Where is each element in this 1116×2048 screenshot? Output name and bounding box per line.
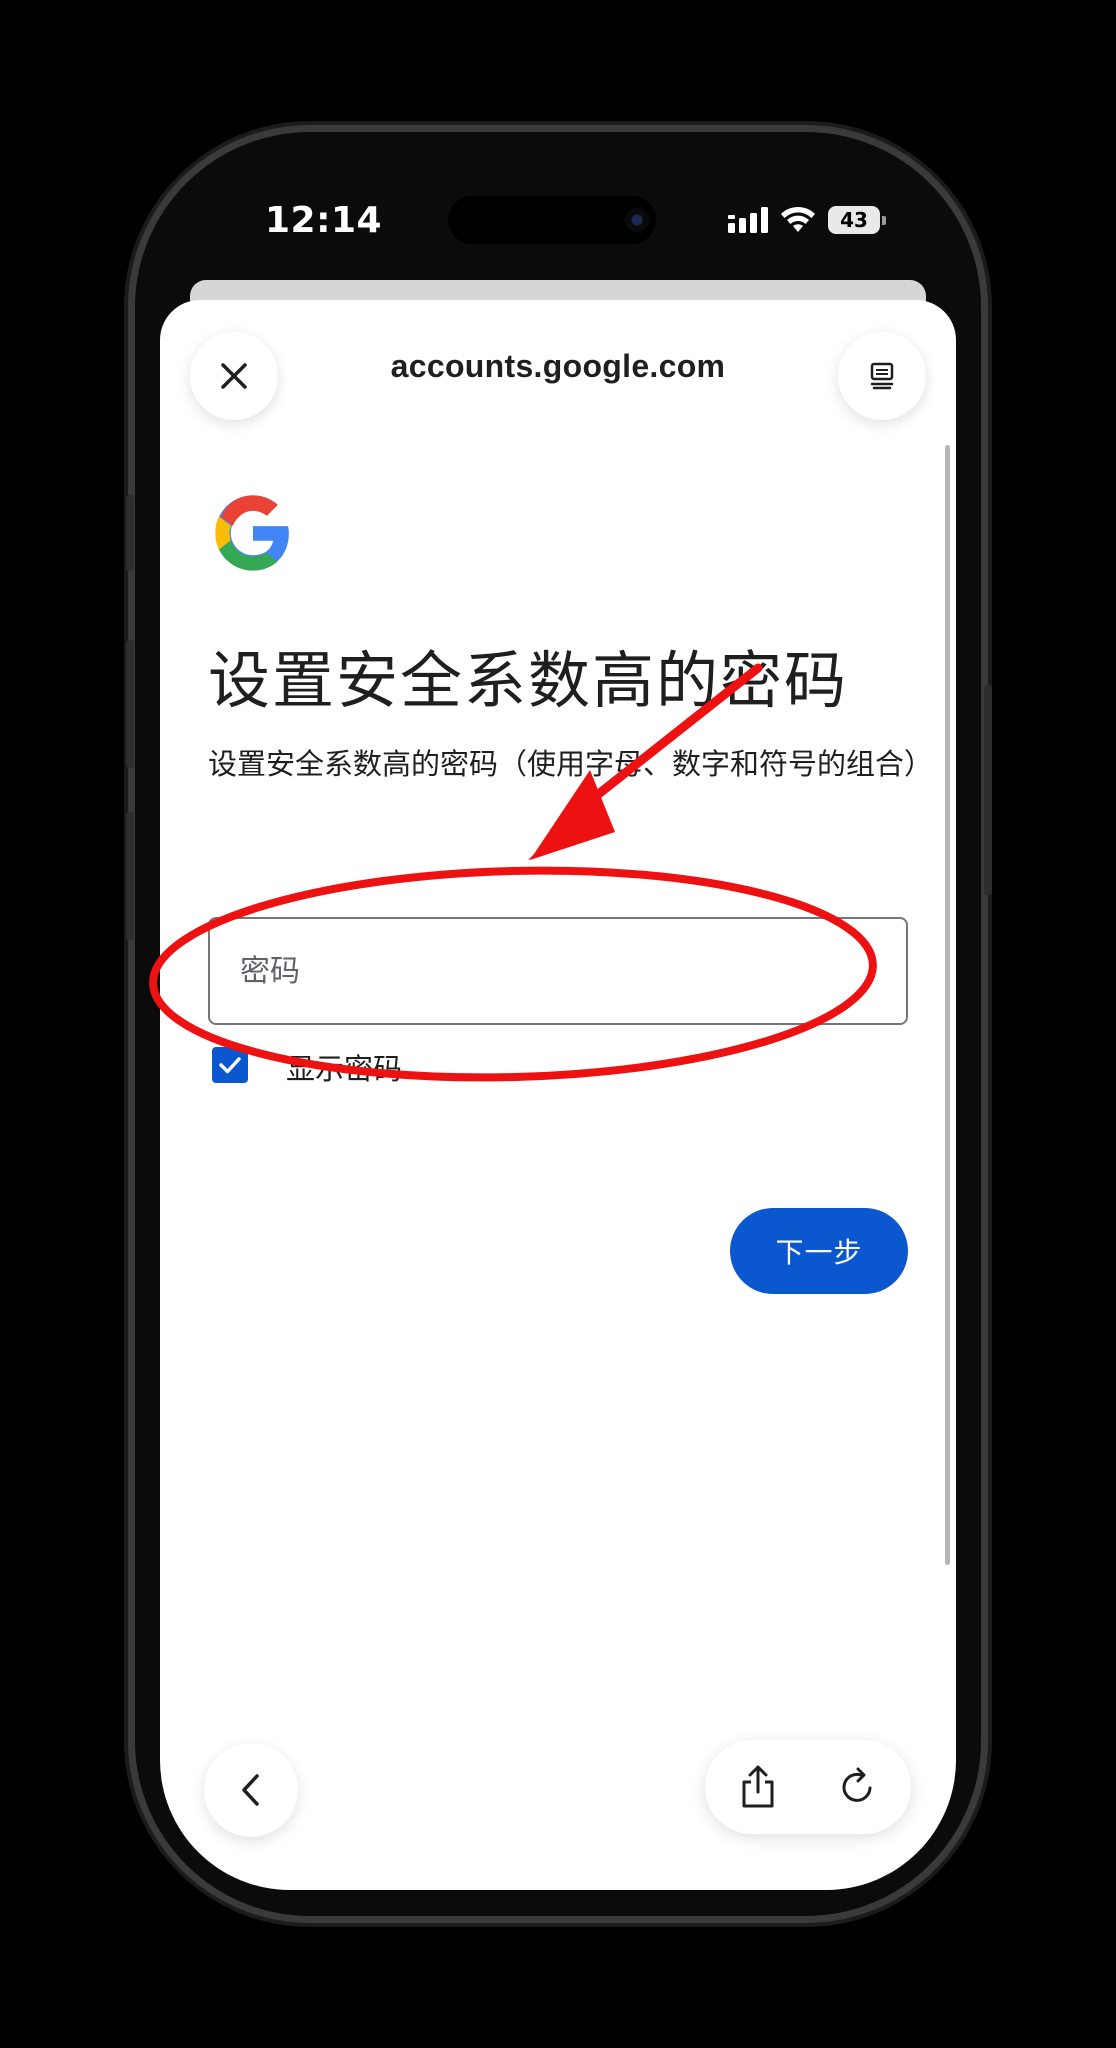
power-button [984,685,992,895]
reload-icon [842,1767,872,1802]
wifi-icon [781,206,815,232]
show-password-checkbox[interactable] [212,1047,248,1083]
reload-button[interactable] [833,1762,883,1812]
camera-icon [625,208,649,232]
back-button[interactable] [204,1743,298,1837]
show-password-label[interactable]: 显示密码 [286,1046,402,1088]
next-button[interactable]: 下一步 [730,1208,908,1294]
share-button[interactable] [733,1762,783,1812]
browser-sheet: accounts.google.com 设置安全系数高的密码 设置安全系数高的密… [160,300,956,1890]
action-button [126,495,134,571]
chevron-left-icon [242,1774,259,1806]
volume-down-button [126,812,134,940]
share-icon [742,1765,774,1808]
scrollbar[interactable] [945,445,950,1565]
status-time: 12:14 [265,200,383,241]
battery-indicator: 43 [828,206,886,234]
google-logo-icon [215,495,289,571]
password-field[interactable] [208,917,908,1025]
url-label: accounts.google.com [390,348,726,384]
bottom-actions [705,1740,911,1834]
tab-switcher-icon [870,362,894,390]
page-title: 设置安全系数高的密码 [208,644,849,717]
page-subtitle: 设置安全系数高的密码（使用字母、数字和符号的组合） [208,747,934,781]
checkmark-icon [219,1057,241,1074]
signal-icon [728,207,768,233]
status-icons: 43 [728,206,886,234]
volume-up-button [126,640,134,768]
tabs-button[interactable] [838,332,926,420]
